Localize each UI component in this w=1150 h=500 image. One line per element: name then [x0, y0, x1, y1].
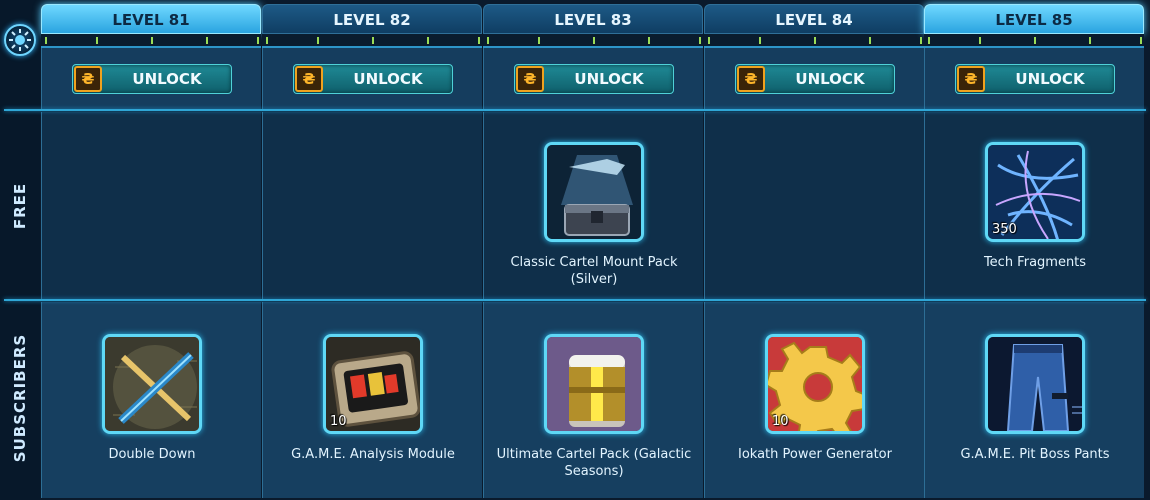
progress-tick: [699, 37, 701, 44]
progress-tick: [1140, 37, 1142, 44]
progress-ruler: [704, 34, 924, 48]
subscriber-reward-cell: Double Down: [41, 302, 261, 498]
progress-tick: [648, 37, 650, 44]
free-reward-cell: 350 Tech Fragments: [924, 112, 1144, 300]
progress-tick: [869, 37, 871, 44]
progress-tick: [45, 37, 47, 44]
reward-quantity: 10: [330, 414, 347, 429]
cartel-coin-icon: ₴: [516, 66, 544, 92]
double-down-weapon-icon[interactable]: [102, 334, 202, 434]
unlock-button[interactable]: ₴ UNLOCK: [293, 64, 453, 94]
level-header: LEVEL 82: [262, 4, 482, 34]
reward-name: Tech Fragments: [983, 255, 1087, 270]
row-label-rail: FREE SUBSCRIBERS: [0, 0, 40, 500]
cartel-coin-icon: ₴: [737, 66, 765, 92]
unlock-cell: ₴ UNLOCK: [704, 48, 924, 110]
unlock-label: UNLOCK: [353, 70, 423, 88]
unlock-cell: ₴ UNLOCK: [262, 48, 482, 110]
level-column: LEVEL 84 ₴ UNLOCK 10 Iokath Power Generator: [704, 0, 924, 498]
cartel-coin-icon: ₴: [957, 66, 985, 92]
reward-name: G.A.M.E. Pit Boss Pants: [960, 447, 1110, 462]
row-divider: [4, 109, 1146, 111]
reward-name: Double Down: [108, 447, 196, 462]
progress-tick: [96, 37, 98, 44]
progress-tick: [257, 37, 259, 44]
subscriber-reward-cell: Ultimate Cartel Pack (Galactic Seasons): [483, 302, 703, 498]
free-reward-cell: [41, 112, 261, 300]
unlock-button[interactable]: ₴ UNLOCK: [72, 64, 232, 94]
reward-name: Ultimate Cartel Pack (Galactic Seasons): [496, 447, 692, 479]
progress-tick: [920, 37, 922, 44]
reward-name: G.A.M.E. Analysis Module: [291, 447, 455, 462]
cartel-pack-icon[interactable]: [544, 334, 644, 434]
progress-tick: [593, 37, 595, 44]
progress-tick: [427, 37, 429, 44]
progress-ruler: [483, 34, 703, 48]
subscriber-reward-cell: 10 G.A.M.E. Analysis Module: [262, 302, 482, 498]
free-reward-cell: [704, 112, 924, 300]
level-column: LEVEL 81 ₴ UNLOCK Double Down: [41, 0, 261, 498]
level-column: LEVEL 85 ₴ UNLOCK 350 Tech Fragments G.A.M.…: [924, 0, 1144, 498]
progress-tick: [814, 37, 816, 44]
progress-tick: [266, 37, 268, 44]
progress-ruler: [924, 34, 1144, 48]
unlock-cell: ₴ UNLOCK: [924, 48, 1144, 110]
power-generator-icon[interactable]: 10: [765, 334, 865, 434]
pants-icon[interactable]: [985, 334, 1085, 434]
progress-tick: [1034, 37, 1036, 44]
progress-tick: [151, 37, 153, 44]
reward-name: Classic Cartel Mount Pack (Silver): [510, 255, 678, 287]
progress-tick: [317, 37, 319, 44]
unlock-label: UNLOCK: [132, 70, 202, 88]
level-column: LEVEL 83 ₴ UNLOCK Classic Cartel Mount Pac…: [483, 0, 703, 498]
cartel-coin-icon: ₴: [295, 66, 323, 92]
progress-tick: [1089, 37, 1091, 44]
unlock-label: UNLOCK: [795, 70, 865, 88]
row-divider: [4, 299, 1146, 301]
free-reward-cell: [262, 112, 482, 300]
progress-ruler: [41, 34, 261, 48]
unlock-button[interactable]: ₴ UNLOCK: [514, 64, 674, 94]
tech-fragments-icon[interactable]: 350: [985, 142, 1085, 242]
level-column: LEVEL 82 ₴ UNLOCK 10 G.A.M.E. Analysis Modu…: [262, 0, 482, 498]
progress-tick: [759, 37, 761, 44]
level-header: LEVEL 85: [924, 4, 1144, 34]
free-row-label: FREE: [11, 182, 29, 230]
subscriber-reward-cell: G.A.M.E. Pit Boss Pants: [924, 302, 1144, 498]
galactic-seasons-icon[interactable]: [4, 24, 36, 56]
progress-tick: [487, 37, 489, 44]
progress-tick: [928, 37, 930, 44]
free-reward-cell: Classic Cartel Mount Pack (Silver): [483, 112, 703, 300]
analysis-module-icon[interactable]: 10: [323, 334, 423, 434]
progress-tick: [478, 37, 480, 44]
progress-tick: [372, 37, 374, 44]
subscriber-reward-cell: 10 Iokath Power Generator: [704, 302, 924, 498]
progress-tick: [708, 37, 710, 44]
progress-tick: [979, 37, 981, 44]
unlock-label: UNLOCK: [574, 70, 644, 88]
reward-quantity: 350: [992, 222, 1017, 237]
unlock-cell: ₴ UNLOCK: [41, 48, 261, 110]
level-header: LEVEL 83: [483, 4, 703, 34]
subscribers-row-label: SUBSCRIBERS: [11, 333, 29, 463]
level-header: LEVEL 81: [41, 4, 261, 34]
reward-quantity: 10: [772, 414, 789, 429]
progress-tick: [206, 37, 208, 44]
mount-pack-icon[interactable]: [544, 142, 644, 242]
unlock-button[interactable]: ₴ UNLOCK: [955, 64, 1115, 94]
season-reward-track: FREE SUBSCRIBERS LEVEL 81 ₴ UNLOCK Double …: [0, 0, 1150, 500]
unlock-cell: ₴ UNLOCK: [483, 48, 703, 110]
level-header: LEVEL 84: [704, 4, 924, 34]
unlock-button[interactable]: ₴ UNLOCK: [735, 64, 895, 94]
unlock-label: UNLOCK: [1015, 70, 1085, 88]
progress-ruler: [262, 34, 482, 48]
progress-tick: [538, 37, 540, 44]
reward-name: Iokath Power Generator: [738, 447, 892, 462]
cartel-coin-icon: ₴: [74, 66, 102, 92]
